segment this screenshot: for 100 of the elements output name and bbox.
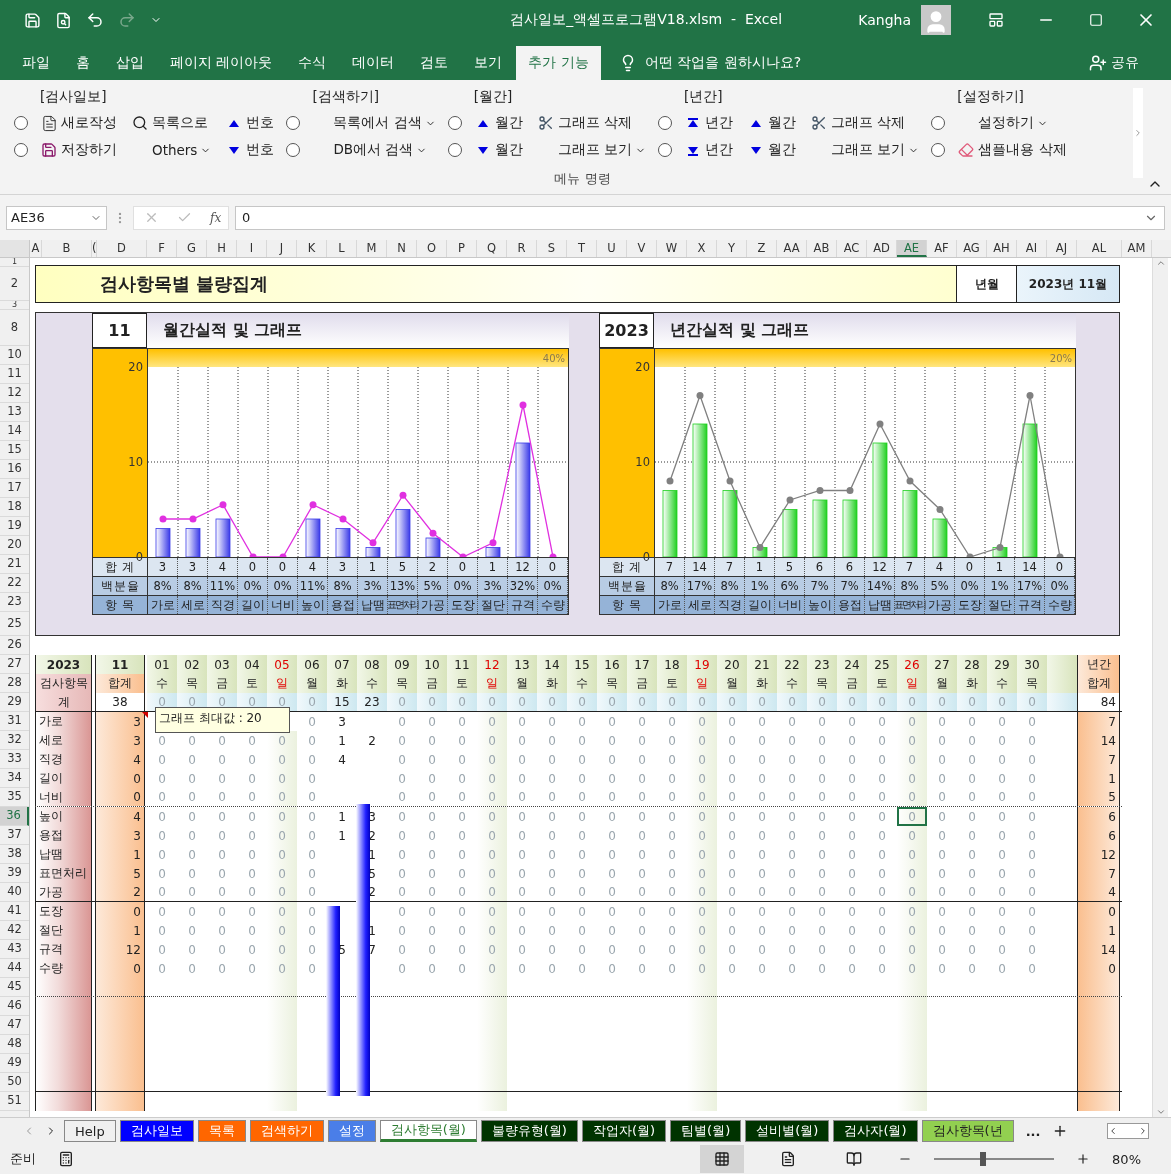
column-header[interactable]: N — [387, 240, 417, 257]
column-header[interactable]: W — [657, 240, 687, 257]
ribbon-button[interactable]: 년간 — [681, 138, 735, 162]
column-header[interactable]: X — [687, 240, 717, 257]
row-header[interactable]: 43 — [0, 940, 29, 959]
column-header[interactable]: L — [327, 240, 357, 257]
ribbon-button[interactable]: 번호 — [223, 111, 277, 135]
sheet-tab[interactable]: 작업자(월) — [581, 1120, 667, 1142]
normal-view-button[interactable] — [700, 1145, 745, 1173]
row-header[interactable]: 3 — [0, 301, 29, 310]
sheet-tab[interactable]: 검사자(월) — [833, 1120, 918, 1142]
column-header[interactable]: AM — [1122, 240, 1152, 257]
row-header[interactable]: 20 — [0, 536, 29, 555]
sheet-tab[interactable]: 불량유형(월) — [480, 1120, 578, 1142]
ribbon-button[interactable]: 설정하기 — [955, 111, 1069, 135]
ribbon-button[interactable]: 월간 — [744, 111, 798, 135]
name-box[interactable]: AE36 — [6, 205, 107, 230]
row-header[interactable]: 8 — [0, 310, 29, 346]
print-preview-icon[interactable] — [55, 11, 72, 29]
row-header[interactable]: 48 — [0, 1035, 29, 1054]
ribbon-button[interactable]: 목록으로 — [129, 111, 214, 135]
sheet-tab[interactable]: 검사항목(월) — [379, 1120, 477, 1142]
radio-button[interactable] — [447, 116, 462, 130]
row-header[interactable]: 1 — [0, 258, 29, 267]
column-header[interactable]: AG — [957, 240, 987, 257]
ribbon-button[interactable]: 그래프 보기 — [534, 138, 648, 162]
ribbon-tab[interactable]: 보기 — [462, 46, 515, 80]
scroll-left-icon[interactable] — [1108, 1126, 1118, 1136]
row-header[interactable]: 45 — [0, 978, 29, 997]
zoom-in-icon[interactable] — [1076, 1152, 1091, 1166]
ribbon-button[interactable]: 그래프 삭제 — [534, 111, 648, 135]
row-header[interactable]: 13 — [0, 403, 29, 422]
ribbon-tab[interactable]: 파일 — [10, 46, 62, 80]
ribbon-button[interactable]: 목록에서 검색 — [310, 111, 438, 135]
ribbon-tab[interactable]: 페이지 레이아웃 — [158, 46, 285, 80]
row-header[interactable]: 40 — [0, 883, 29, 902]
ribbon-tab[interactable]: 삽입 — [104, 46, 156, 80]
undo-icon[interactable] — [86, 11, 104, 29]
radio-button[interactable] — [931, 116, 946, 130]
column-header[interactable]: H — [207, 240, 237, 257]
sheet-tab[interactable]: Help — [64, 1120, 116, 1142]
row-header[interactable]: 28 — [0, 674, 29, 693]
row-header[interactable]: 22 — [0, 574, 29, 593]
column-header[interactable]: J — [267, 240, 297, 257]
ribbon-tab[interactable]: 홈 — [64, 46, 102, 80]
macro-icon[interactable] — [58, 1151, 74, 1167]
sheet-tab[interactable]: 팀별(월) — [670, 1120, 742, 1142]
column-header[interactable]: ( — [92, 240, 97, 257]
column-header[interactable]: Z — [747, 240, 777, 257]
row-header[interactable]: 11 — [0, 365, 29, 384]
ribbon-button[interactable]: 월간 — [471, 111, 525, 135]
row-header[interactable]: 31 — [0, 712, 29, 731]
column-header[interactable]: AE — [897, 240, 927, 257]
row-header[interactable]: 15 — [0, 441, 29, 460]
row-header[interactable]: 32 — [0, 731, 29, 750]
radio-button[interactable] — [286, 143, 301, 157]
row-header[interactable]: 41 — [0, 902, 29, 921]
row-header[interactable]: 47 — [0, 1016, 29, 1035]
column-header[interactable]: P — [447, 240, 477, 257]
row-header[interactable]: 17 — [0, 479, 29, 498]
scroll-right-icon[interactable] — [1138, 1126, 1148, 1136]
row-header[interactable]: 25 — [0, 612, 29, 636]
more-tabs[interactable]: ... — [1025, 1123, 1041, 1139]
ribbon-button[interactable]: 번호 — [223, 138, 277, 162]
row-header[interactable]: 39 — [0, 864, 29, 883]
radio-button[interactable] — [931, 143, 946, 157]
ribbon-button[interactable]: Others — [129, 138, 214, 162]
row-header[interactable]: 34 — [0, 769, 29, 788]
formula-field[interactable]: 0 — [235, 205, 1165, 230]
save-icon[interactable] — [24, 11, 41, 29]
column-header[interactable]: AJ — [1047, 240, 1077, 257]
ribbon-button[interactable]: 그래프 보기 — [807, 138, 922, 162]
ribbon-tab[interactable]: 검토 — [408, 46, 461, 80]
row-header[interactable]: 12 — [0, 384, 29, 403]
column-header[interactable]: AA — [777, 240, 807, 257]
column-header[interactable]: AH — [987, 240, 1017, 257]
column-header[interactable]: Y — [717, 240, 747, 257]
row-header[interactable]: 23 — [0, 593, 29, 612]
row-header[interactable]: 16 — [0, 460, 29, 479]
row-header[interactable]: 46 — [0, 997, 29, 1016]
row-header[interactable]: 44 — [0, 959, 29, 978]
radio-button[interactable] — [657, 143, 672, 157]
column-header[interactable]: A — [30, 240, 42, 257]
page-break-icon[interactable] — [846, 1151, 863, 1167]
column-header[interactable]: AC — [837, 240, 867, 257]
row-header[interactable]: 33 — [0, 750, 29, 769]
column-header[interactable]: M — [357, 240, 387, 257]
row-header[interactable]: 26 — [0, 636, 29, 655]
ribbon-button[interactable]: 샘플내용 삭제 — [955, 138, 1069, 162]
column-header[interactable]: D — [97, 240, 147, 257]
ribbon-button[interactable]: 그래프 삭제 — [807, 111, 922, 135]
column-header[interactable]: F — [147, 240, 177, 257]
radio-button[interactable] — [447, 143, 462, 157]
row-header[interactable]: 37 — [0, 826, 29, 845]
column-header[interactable]: R — [507, 240, 537, 257]
column-header[interactable]: T — [567, 240, 597, 257]
column-header[interactable]: AI — [1017, 240, 1047, 257]
radio-button[interactable] — [14, 143, 28, 157]
share-button[interactable]: 공유 — [1083, 46, 1145, 80]
column-header[interactable]: I — [237, 240, 267, 257]
